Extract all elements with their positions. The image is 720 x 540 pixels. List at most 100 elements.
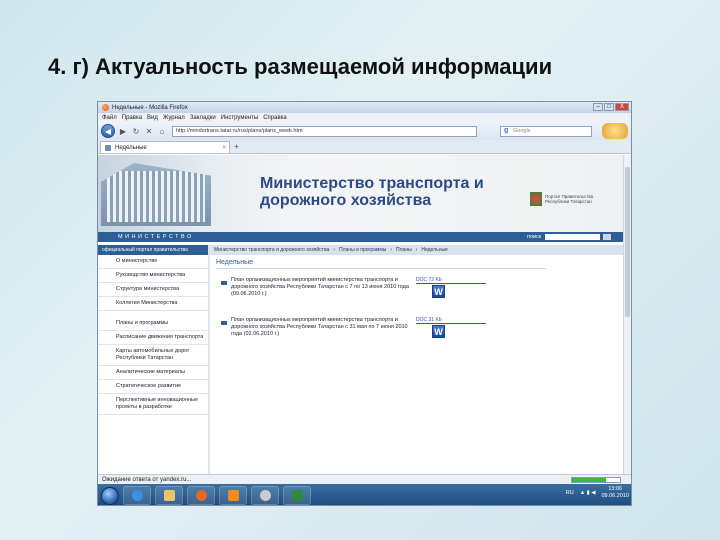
close-button[interactable]: X xyxy=(615,103,629,111)
status-text: Ожидание ответа от yandex.ru... xyxy=(102,476,192,483)
clock[interactable]: 13:06 09.06.2010 xyxy=(601,486,629,500)
firefox-icon xyxy=(195,490,207,501)
taskbar-excel[interactable] xyxy=(283,486,311,505)
breadcrumb-item[interactable]: Планы xyxy=(396,247,412,253)
ministry-title-line2: дорожного хозяйства xyxy=(260,192,432,209)
bullet-icon xyxy=(221,281,227,285)
breadcrumb-item[interactable]: Планы и программы xyxy=(339,247,386,253)
document-link[interactable]: План организационных мероприятий министе… xyxy=(231,317,414,338)
maximize-button[interactable]: □ xyxy=(604,103,614,111)
minimize-button[interactable]: – xyxy=(593,103,603,111)
menu-edit[interactable]: Правка xyxy=(122,115,142,121)
breadcrumb-separator: › xyxy=(390,247,393,253)
taskbar-firefox[interactable] xyxy=(187,486,215,505)
reload-button[interactable]: ↻ xyxy=(131,126,141,136)
menu-view[interactable]: Вид xyxy=(147,115,158,121)
sidebar-item[interactable]: Планы и программы xyxy=(98,317,208,331)
sidebar-item[interactable]: Руководство министерства xyxy=(98,269,208,283)
site-banner: Министерство транспорта и дорожного хозя… xyxy=(98,155,625,232)
navigation-toolbar: ◀ ▶ ↻ ✕ ⌂ http://mindortrans.tatar.ru/ru… xyxy=(98,122,631,140)
window-title: Недельные - Mozilla Firefox xyxy=(112,104,188,111)
tab-active[interactable]: Недельные × xyxy=(100,141,230,153)
document-link[interactable]: План организационных мероприятий министе… xyxy=(231,277,414,298)
menu-help[interactable]: Справка xyxy=(263,115,287,121)
word-icon[interactable]: W xyxy=(432,285,445,298)
tray-icons[interactable]: ▲ ▮ ◀ xyxy=(580,490,596,496)
sidebar-item[interactable]: Аналитические материалы xyxy=(98,366,208,380)
clock-time: 13:06 xyxy=(608,486,623,492)
ie-icon xyxy=(131,490,143,501)
taskbar-explorer[interactable] xyxy=(155,486,183,505)
page-content: Министерство транспорта и дорожного хозя… xyxy=(98,155,625,474)
ministry-title-line1: Министерство транспорта и xyxy=(260,175,484,192)
window-controls: – □ X xyxy=(593,103,629,111)
stop-button[interactable]: ✕ xyxy=(144,126,154,136)
site-search-button[interactable] xyxy=(603,234,611,240)
home-button[interactable]: ⌂ xyxy=(157,126,167,136)
forward-button[interactable]: ▶ xyxy=(118,126,128,136)
language-indicator[interactable]: RU xyxy=(566,490,574,496)
portal-link[interactable]: официальный портал правительства xyxy=(98,245,208,255)
sidebar-item[interactable]: Расписание движения транспорта xyxy=(98,331,208,345)
menu-file[interactable]: Файл xyxy=(102,115,117,121)
page-icon xyxy=(105,144,111,151)
taskbar-settings[interactable] xyxy=(251,486,279,505)
settings-icon xyxy=(259,490,271,501)
breadcrumb-item[interactable]: Министерство транспорта и дорожного хозя… xyxy=(214,247,329,253)
sidebar-item[interactable]: Структура министерства xyxy=(98,283,208,297)
sidebar-item[interactable]: Стратегическое развитие xyxy=(98,380,208,394)
breadcrumb-row: официальный портал правительства Министе… xyxy=(98,245,625,255)
windows-taskbar: RU ▲ ▮ ◀ 13:06 09.06.2010 xyxy=(98,484,631,505)
ministry-title: Министерство транспорта и дорожного хозя… xyxy=(260,175,484,209)
breadcrumb-separator: › xyxy=(415,247,418,253)
sidebar-item[interactable]: Перспективные инновационные проекты в ра… xyxy=(98,394,208,415)
sidebar-item[interactable]: Коллегия Министерства xyxy=(98,297,208,311)
new-tab-button[interactable]: + xyxy=(234,142,244,152)
word-icon[interactable]: W xyxy=(432,325,445,338)
government-portal-link[interactable]: Портал Правительства Республики Татарста… xyxy=(530,192,605,206)
firefox-icon xyxy=(102,104,109,111)
tab-bar: Недельные × + xyxy=(98,140,631,154)
building-image xyxy=(101,163,211,226)
taskbar-ie[interactable] xyxy=(123,486,151,505)
menu-bar: Файл Правка Вид Журнал Закладки Инструме… xyxy=(98,113,631,122)
tab-close-icon[interactable]: × xyxy=(222,145,226,151)
site-name: МИНИСТЕРСТВО xyxy=(118,234,194,240)
emblem-text: Портал Правительства Республики Татарста… xyxy=(545,194,594,204)
document-item: План организационных мероприятий министе… xyxy=(216,277,621,309)
sidebar-item[interactable]: О министерстве xyxy=(98,255,208,269)
explorer-icon xyxy=(163,490,175,501)
emblem-icon xyxy=(530,192,542,206)
persona-decoration xyxy=(602,123,628,139)
document-item: План организационных мероприятий министе… xyxy=(216,317,621,349)
menu-tools[interactable]: Инструменты xyxy=(221,115,258,121)
sidebar-item[interactable]: Карты автомобильных дорог Республики Тат… xyxy=(98,345,208,366)
breadcrumb-separator: › xyxy=(333,247,336,253)
menu-bookmarks[interactable]: Закладки xyxy=(190,115,216,121)
site-search-label: поиск xyxy=(527,234,542,240)
breadcrumb-item[interactable]: Недельные xyxy=(421,247,447,253)
site-search-input[interactable] xyxy=(545,234,600,240)
loading-progress xyxy=(571,477,621,483)
start-button[interactable] xyxy=(101,486,119,505)
file-size: DOC 31 Kb xyxy=(416,317,486,324)
sidebar-menu: О министерстве Руководство министерства … xyxy=(98,255,208,474)
clock-date: 09.06.2010 xyxy=(601,493,629,499)
vertical-scrollbar[interactable] xyxy=(623,155,631,474)
scrollbar-thumb[interactable] xyxy=(625,167,630,317)
window-titlebar: Недельные - Mozilla Firefox – □ X xyxy=(98,102,631,113)
taskbar-media[interactable] xyxy=(219,486,247,505)
media-player-icon xyxy=(227,490,239,501)
search-input[interactable]: Google xyxy=(500,125,592,137)
menu-history[interactable]: Журнал xyxy=(163,115,185,121)
main-content: Недельные План организационных мероприят… xyxy=(216,259,621,349)
excel-icon xyxy=(291,490,303,501)
back-button[interactable]: ◀ xyxy=(101,124,115,138)
tab-label: Недельные xyxy=(115,144,147,151)
url-bar[interactable]: http://mindortrans.tatar.ru/rus/plans/pl… xyxy=(172,125,477,137)
browser-screenshot: Недельные - Mozilla Firefox – □ X Файл П… xyxy=(97,101,632,506)
file-size: DOC 72 Kb xyxy=(416,277,486,284)
system-tray: RU ▲ ▮ ◀ 13:06 09.06.2010 xyxy=(566,486,629,500)
sidebar-divider xyxy=(208,255,210,474)
site-header-bar: МИНИСТЕРСТВО поиск xyxy=(98,232,625,242)
